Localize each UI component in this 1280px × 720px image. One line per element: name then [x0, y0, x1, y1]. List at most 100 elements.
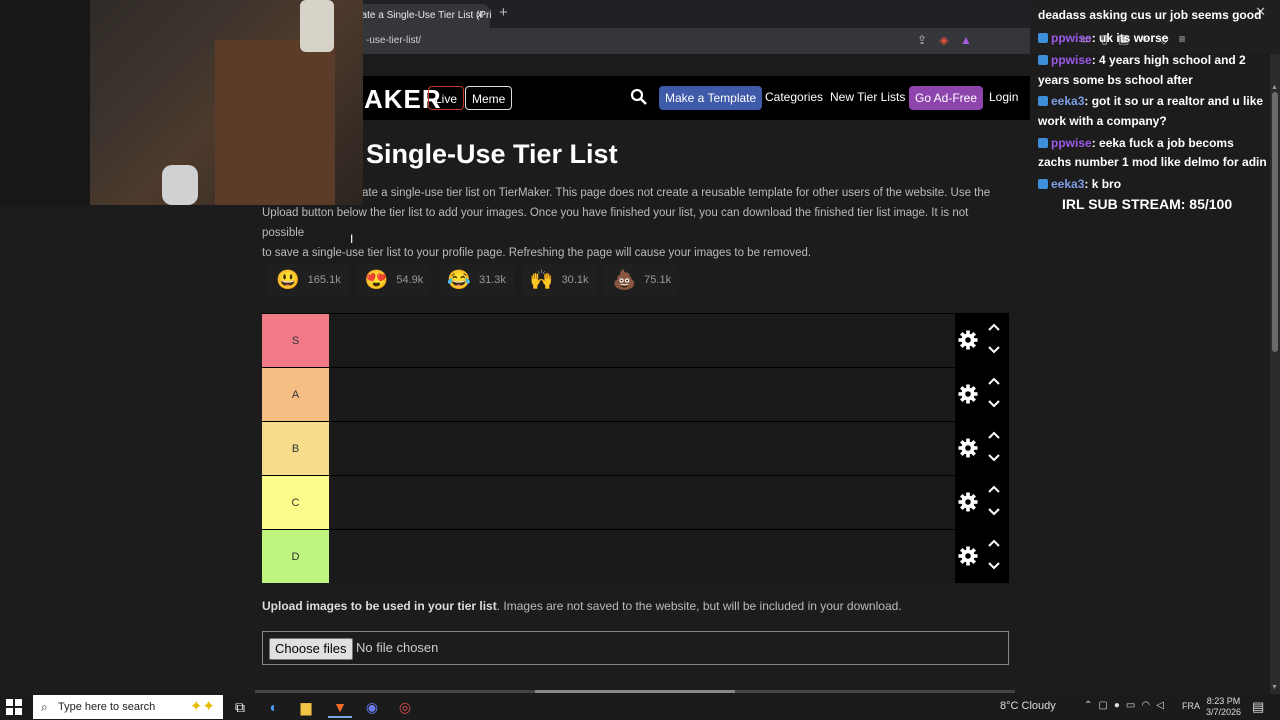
tier-drop-zone[interactable] — [329, 530, 955, 583]
brave-rewards-icon[interactable]: ▲ — [958, 32, 974, 48]
battery-icon[interactable]: ▭ — [1126, 700, 1135, 711]
chat-message: deadass asking cus ur job seems good — [1038, 5, 1261, 25]
file-explorer-icon[interactable]: ▆ — [296, 697, 316, 717]
tier-label[interactable]: C — [262, 476, 329, 529]
chat-text: : 4 years high school and 2 — [1091, 53, 1246, 67]
file-upload-field[interactable]: Choose files No file chosen — [262, 631, 1009, 665]
mic-icon[interactable]: ● — [1114, 700, 1120, 711]
notification-icon[interactable]: ▤ — [1252, 699, 1264, 715]
volume-icon[interactable]: ◁ — [1156, 700, 1164, 711]
chat-text: years some bs school after — [1038, 73, 1193, 87]
weather-widget[interactable]: 8°C Cloudy — [1000, 700, 1056, 712]
chat-text: zachs number 1 mod like delmo for adin — [1038, 155, 1267, 169]
url-text: -use-tier-list/ — [366, 35, 422, 46]
language-indicator[interactable]: FRA — [1182, 701, 1200, 711]
new-tab-icon[interactable]: + — [499, 4, 508, 21]
windows-start-icon[interactable] — [6, 699, 22, 715]
chat-text: : k bro — [1084, 177, 1122, 191]
move-down-icon[interactable] — [987, 345, 1001, 355]
gear-icon[interactable] — [958, 384, 978, 404]
chat-text: deadass asking cus ur job seems good — [1038, 8, 1262, 22]
clock[interactable]: 8:23 PM 3/7/2026 — [1206, 696, 1241, 718]
tier-label[interactable]: D — [262, 530, 329, 583]
horizontal-scrollbar[interactable] — [255, 690, 1015, 693]
chat-badge-icon — [1038, 96, 1048, 106]
scrollbar-thumb[interactable] — [1272, 92, 1278, 352]
move-up-icon[interactable] — [987, 376, 1001, 386]
tier-drop-zone[interactable] — [329, 368, 955, 421]
close-tab-icon[interactable]: × — [476, 7, 484, 22]
discord-icon[interactable]: ◉ — [362, 697, 382, 717]
obs-icon[interactable]: ◎ — [395, 697, 415, 717]
webcam-overlay — [0, 0, 363, 205]
tier-label[interactable]: B — [262, 422, 329, 475]
reaction-count: 30.1k — [561, 274, 589, 286]
page-scrollbar[interactable]: ▲ ▼ — [1270, 54, 1280, 694]
tier-drop-zone[interactable] — [329, 314, 955, 367]
gear-icon[interactable] — [958, 492, 978, 512]
chat-message: years some bs school after — [1038, 70, 1193, 90]
live-button[interactable]: Live — [428, 86, 465, 110]
move-up-icon[interactable] — [987, 430, 1001, 440]
brave-browser-icon[interactable]: ▼ — [330, 697, 350, 717]
copilot-icon[interactable]: ◐ — [264, 697, 284, 717]
brave-shield-icon[interactable]: ◈ — [936, 32, 952, 48]
reaction-count: 31.3k — [478, 274, 506, 286]
move-up-icon[interactable] — [987, 538, 1001, 548]
tier-drop-zone[interactable] — [329, 422, 955, 475]
move-up-icon[interactable] — [987, 484, 1001, 494]
tier-label[interactable]: S — [262, 314, 329, 367]
move-up-icon[interactable] — [987, 322, 1001, 332]
tier-row: C — [262, 475, 1009, 529]
chat-message: ppwise: 4 years high school and 2 — [1038, 50, 1246, 70]
reaction-laugh[interactable]: 😂 31.3k — [439, 264, 514, 296]
sub-stream-counter: IRL SUB STREAM: 85/100 — [1062, 196, 1233, 212]
ad-free-button[interactable]: Go Ad-Free — [909, 86, 984, 110]
tier-label[interactable]: A — [262, 368, 329, 421]
upload-instructions: Upload images to be used in your tier li… — [262, 599, 902, 613]
tier-controls — [955, 422, 1009, 475]
tier-controls — [955, 368, 1009, 421]
move-down-icon[interactable] — [987, 507, 1001, 517]
reaction-poop[interactable]: 💩 75.1k — [604, 264, 680, 296]
login-link[interactable]: Login — [989, 90, 1018, 104]
heart-eyes-emoji-icon: 😍 — [364, 270, 389, 291]
taskbar-search[interactable]: ⌕ Type here to search ✦✦ — [33, 695, 223, 719]
make-template-button[interactable]: Make a Template — [659, 86, 763, 110]
horizontal-scroll-thumb[interactable] — [535, 690, 735, 693]
gear-icon[interactable] — [958, 546, 978, 566]
chat-badge-icon — [1038, 33, 1048, 43]
chat-message: eeka3: k bro — [1038, 174, 1121, 194]
tier-controls — [955, 476, 1009, 529]
move-down-icon[interactable] — [987, 561, 1001, 571]
move-down-icon[interactable] — [987, 399, 1001, 409]
chat-username: ppwise — [1051, 31, 1092, 45]
meme-button[interactable]: Meme — [465, 86, 513, 110]
tier-controls — [955, 530, 1009, 583]
cabinet-shape — [215, 40, 335, 205]
reaction-love[interactable]: 😍 54.9k — [356, 264, 432, 296]
reaction-bar: 😃 165.1k 😍 54.9k 😂 31.3k 🙌 30.1k 💩 75.1k — [268, 264, 680, 296]
share-icon[interactable]: ⇪ — [914, 32, 930, 48]
chevron-up-icon[interactable]: ⌃ — [1084, 700, 1092, 711]
new-tier-lists-link[interactable]: New Tier Lists — [830, 90, 905, 104]
task-view-icon[interactable]: ⧉ — [230, 697, 250, 717]
gear-icon[interactable] — [958, 330, 978, 350]
reaction-smile[interactable]: 😃 165.1k — [268, 264, 349, 296]
chat-message: eeka3: got it so ur a realtor and u like — [1038, 91, 1263, 111]
tier-drop-zone[interactable] — [329, 476, 955, 529]
chat-username: eeka3 — [1051, 177, 1085, 191]
scroll-up-icon[interactable]: ▲ — [1271, 84, 1278, 91]
scroll-down-icon[interactable]: ▼ — [1271, 684, 1278, 691]
search-icon[interactable] — [630, 88, 648, 106]
page-title: n Single-Use Tier List — [342, 139, 618, 169]
choose-files-button[interactable]: Choose files — [269, 638, 353, 660]
gear-icon[interactable] — [958, 438, 978, 458]
network-icon[interactable]: ▢ — [1098, 700, 1107, 711]
reaction-praise[interactable]: 🙌 30.1k — [521, 264, 597, 296]
move-down-icon[interactable] — [987, 453, 1001, 463]
upload-note: . Images are not saved to the website, b… — [496, 599, 902, 613]
chat-message: work with a company? — [1038, 111, 1167, 131]
wifi-icon[interactable]: ◠ — [1141, 700, 1150, 711]
categories-link[interactable]: Categories — [765, 90, 823, 104]
